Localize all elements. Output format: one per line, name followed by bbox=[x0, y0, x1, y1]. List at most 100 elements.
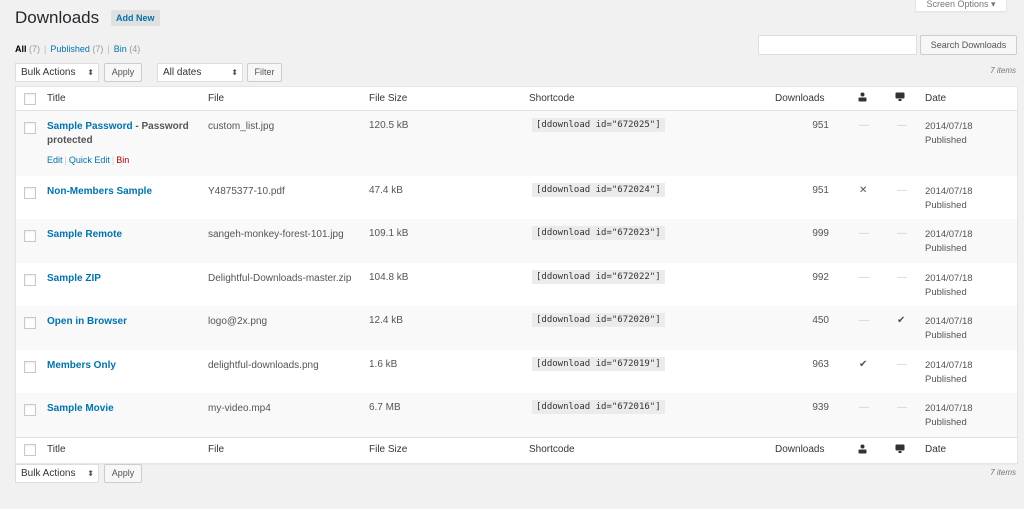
file-size-cell: 109.1 kB bbox=[369, 228, 409, 239]
page-title: Downloads bbox=[15, 8, 100, 27]
file-size-cell: 120.5 kB bbox=[369, 120, 409, 131]
view-bin[interactable]: Bin (4) bbox=[114, 44, 141, 54]
shortcode-cell: [ddownload id="672019"] bbox=[532, 357, 665, 371]
view-all[interactable]: All (7) bbox=[15, 44, 40, 54]
members-only-status: ✔ bbox=[859, 359, 868, 370]
column-title[interactable]: Title bbox=[47, 93, 66, 104]
shortcode[interactable]: [ddownload id="672019"] bbox=[532, 357, 665, 371]
bulk-actions-select-bottom[interactable]: Bulk Actions ⬍ bbox=[15, 464, 99, 483]
row-checkbox[interactable] bbox=[24, 230, 36, 242]
column-downloads[interactable]: Downloads bbox=[775, 93, 824, 104]
row-checkbox[interactable] bbox=[24, 122, 36, 134]
apply-button-top[interactable]: Apply bbox=[104, 63, 142, 82]
file-cell: Y4875377-10.pdf bbox=[208, 186, 285, 197]
row-title-link[interactable]: Sample ZIP bbox=[47, 273, 101, 284]
select-all-checkbox-bottom[interactable] bbox=[24, 444, 36, 456]
row-title-link[interactable]: Members Only bbox=[47, 360, 116, 371]
date-cell: 2014/07/18 Published bbox=[925, 402, 973, 430]
members-only-status: ✕ bbox=[859, 185, 868, 196]
row-title-link[interactable]: Open in Browser bbox=[47, 316, 127, 327]
row-checkbox[interactable] bbox=[24, 274, 36, 286]
column-file: File bbox=[208, 444, 225, 455]
items-count-top: 7 items bbox=[990, 66, 1016, 75]
separator: | bbox=[44, 44, 47, 54]
apply-button-bottom[interactable]: Apply bbox=[104, 464, 142, 483]
shortcode-cell: [ddownload id="672024"] bbox=[532, 183, 665, 197]
shortcode[interactable]: [ddownload id="672024"] bbox=[532, 183, 665, 197]
edit-link[interactable]: Edit bbox=[47, 155, 63, 165]
column-shortcode: Shortcode bbox=[529, 444, 575, 455]
items-count-bottom: 7 items bbox=[990, 468, 1016, 477]
date-value: 2014/07/18 bbox=[925, 360, 973, 371]
table-row: Sample Movie my-video.mp4 6.7 MB [ddownload… bbox=[16, 393, 1017, 437]
row-checkbox[interactable] bbox=[24, 361, 36, 373]
table-row: Sample Password - Password protected Edit… bbox=[16, 111, 1017, 176]
post-status: Published bbox=[925, 417, 967, 428]
shortcode[interactable]: [ddownload id="672025"] bbox=[532, 118, 665, 132]
shortcode[interactable]: [ddownload id="672016"] bbox=[532, 400, 665, 414]
title-cell: Sample Password - Password protected Edit… bbox=[47, 120, 202, 167]
date-cell: 2014/07/18 Published bbox=[925, 359, 973, 387]
row-checkbox[interactable] bbox=[24, 404, 36, 416]
row-title-link[interactable]: Sample Movie bbox=[47, 403, 114, 414]
view-published[interactable]: Published (7) bbox=[50, 44, 103, 54]
screen-options-button[interactable]: Screen Options ▾ bbox=[915, 0, 1007, 12]
downloads-count: 992 bbox=[812, 272, 829, 283]
select-arrows-icon: ⬍ bbox=[87, 68, 94, 77]
file-cell: custom_list.jpg bbox=[208, 121, 275, 132]
add-new-button[interactable]: Add New bbox=[111, 10, 160, 26]
row-actions: Edit | Quick Edit | Bin bbox=[47, 153, 202, 167]
row-title-link[interactable]: Non-Members Sample bbox=[47, 186, 152, 197]
date-value: 2014/07/18 bbox=[925, 121, 973, 132]
shortcode[interactable]: [ddownload id="672020"] bbox=[532, 313, 665, 327]
view-all-count: (7) bbox=[29, 44, 41, 54]
row-title-link[interactable]: Sample Remote bbox=[47, 229, 122, 240]
filter-button[interactable]: Filter bbox=[247, 63, 282, 82]
title-cell: Non-Members Sample bbox=[47, 185, 202, 199]
post-status: Published bbox=[925, 200, 967, 211]
date-cell: 2014/07/18 Published bbox=[925, 315, 973, 343]
column-date[interactable]: Date bbox=[925, 444, 946, 455]
bulk-actions-select-top[interactable]: Bulk Actions ⬍ bbox=[15, 63, 99, 82]
members-only-status: — bbox=[859, 402, 869, 413]
select-arrows-icon: ⬍ bbox=[231, 68, 238, 77]
title-cell: Sample ZIP bbox=[47, 272, 202, 286]
date-value: 2014/07/18 bbox=[925, 229, 973, 240]
column-downloads[interactable]: Downloads bbox=[775, 444, 824, 455]
quick-edit-link[interactable]: Quick Edit bbox=[69, 155, 110, 165]
title-cell: Open in Browser bbox=[47, 315, 202, 329]
bin-link[interactable]: Bin bbox=[116, 155, 129, 165]
column-date[interactable]: Date bbox=[925, 93, 946, 104]
dates-select[interactable]: All dates ⬍ bbox=[157, 63, 243, 82]
view-bin-count: (4) bbox=[129, 44, 141, 54]
monitor-icon bbox=[895, 444, 905, 455]
members-only-status: — bbox=[859, 272, 869, 283]
file-size-cell: 6.7 MB bbox=[369, 402, 401, 413]
file-cell: my-video.mp4 bbox=[208, 403, 271, 414]
shortcode-cell: [ddownload id="672025"] bbox=[532, 118, 665, 132]
view-published-count: (7) bbox=[92, 44, 104, 54]
column-file-size: File Size bbox=[369, 444, 408, 455]
table-footer: Title File File Size Shortcode Downloads… bbox=[16, 437, 1017, 463]
date-cell: 2014/07/18 Published bbox=[925, 272, 973, 300]
shortcode-cell: [ddownload id="672022"] bbox=[532, 270, 665, 284]
row-checkbox[interactable] bbox=[24, 187, 36, 199]
monitor-icon bbox=[895, 92, 905, 103]
table-row: Members Only delightful-downloads.png 1.6 … bbox=[16, 350, 1017, 393]
view-filters: All (7) | Published (7) | Bin (4) bbox=[15, 44, 140, 54]
downloads-count: 999 bbox=[812, 228, 829, 239]
file-size-cell: 12.4 kB bbox=[369, 315, 403, 326]
column-file: File bbox=[208, 93, 225, 104]
search-input[interactable] bbox=[758, 35, 917, 55]
shortcode[interactable]: [ddownload id="672022"] bbox=[532, 270, 665, 284]
column-title[interactable]: Title bbox=[47, 444, 66, 455]
row-title-link[interactable]: Sample Password bbox=[47, 121, 133, 132]
members-only-status: — bbox=[859, 315, 869, 326]
table-row: Non-Members Sample Y4875377-10.pdf 47.4 kB… bbox=[16, 176, 1017, 219]
title-cell: Sample Movie bbox=[47, 402, 202, 416]
row-checkbox[interactable] bbox=[24, 317, 36, 329]
search-downloads-button[interactable]: Search Downloads bbox=[920, 35, 1017, 55]
shortcode[interactable]: [ddownload id="672023"] bbox=[532, 226, 665, 240]
separator: | bbox=[111, 155, 115, 165]
select-all-checkbox[interactable] bbox=[24, 93, 36, 105]
